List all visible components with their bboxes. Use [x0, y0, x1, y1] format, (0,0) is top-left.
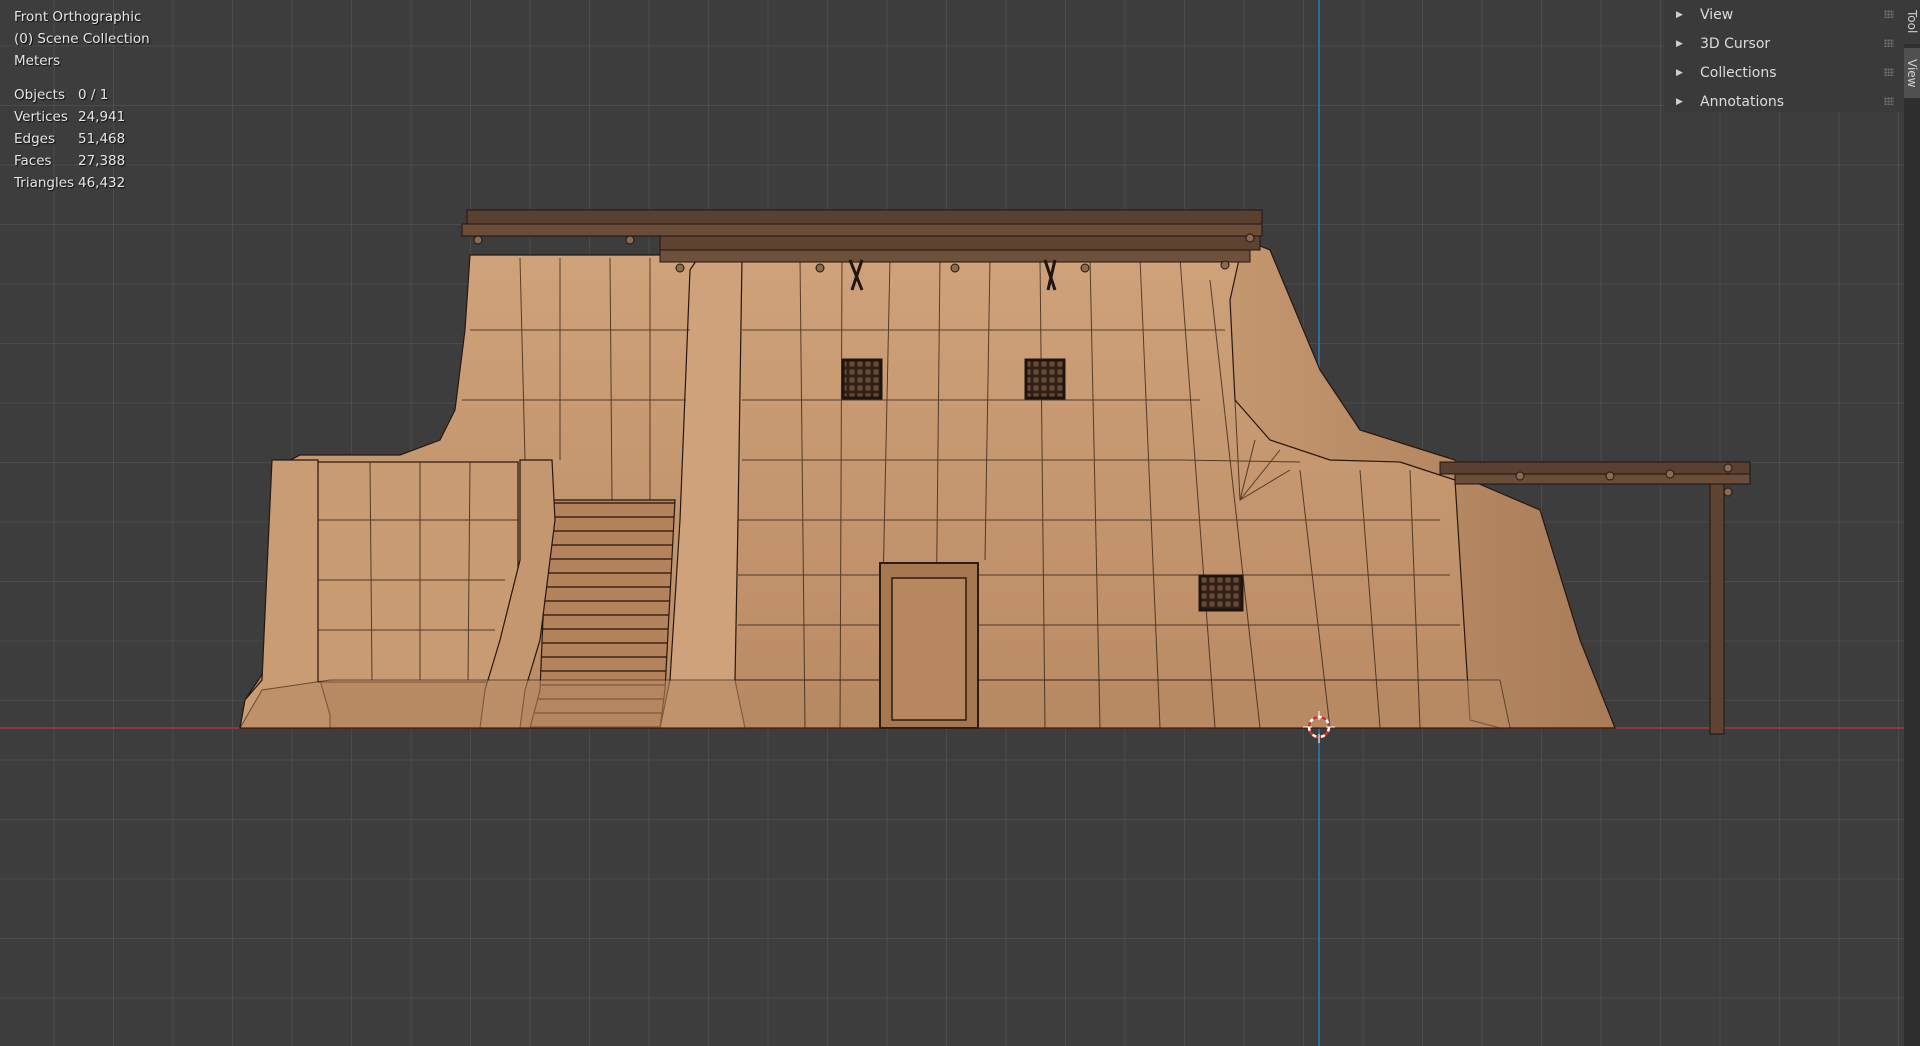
- stat-label: Vertices: [14, 109, 68, 125]
- view-name: Front Orthographic: [14, 9, 142, 25]
- stat-label: Triangles: [14, 175, 75, 191]
- sidebar-panel: ▶ View ▶ 3D Cursor ▶ Collections ▶ Annot…: [1664, 0, 1904, 112]
- window-right: [1024, 358, 1066, 400]
- disclosure-triangle-icon: ▶: [1676, 96, 1683, 107]
- stat-edges: Edges 51,468: [14, 128, 150, 150]
- stat-value: 27,388: [78, 153, 126, 169]
- door: [891, 577, 967, 721]
- collection-name: (0) Scene Collection: [14, 31, 150, 47]
- units-label: Meters: [14, 53, 61, 69]
- panel-label: Annotations: [1700, 93, 1785, 110]
- stat-triangles: Triangles 46,432: [14, 172, 150, 194]
- stat-value: 51,468: [78, 131, 126, 147]
- stat-value: 46,432: [78, 175, 126, 191]
- stat-value: 24,941: [78, 109, 126, 125]
- stat-label: Faces: [14, 153, 52, 169]
- panel-label: Collections: [1700, 64, 1777, 81]
- tab-tool[interactable]: Tool: [1904, 0, 1920, 44]
- panel-annotations[interactable]: ▶ Annotations: [1664, 87, 1904, 116]
- panel-view[interactable]: ▶ View: [1664, 0, 1904, 29]
- left-courtyard-wall: [317, 461, 519, 683]
- panel-label: 3D Cursor: [1700, 35, 1771, 52]
- tab-view[interactable]: View: [1904, 48, 1920, 98]
- drag-grip-icon[interactable]: [1884, 39, 1894, 47]
- stat-value: 0 / 1: [78, 87, 109, 103]
- drag-grip-icon[interactable]: [1884, 68, 1894, 76]
- adobe-house-model[interactable]: [0, 0, 1920, 1046]
- panel-collections[interactable]: ▶ Collections: [1664, 58, 1904, 87]
- drag-grip-icon[interactable]: [1884, 10, 1894, 18]
- sidebar-tab-strip: Tool View: [1904, 0, 1920, 1046]
- disclosure-triangle-icon: ▶: [1676, 67, 1683, 78]
- 3d-viewport[interactable]: Front Orthographic (0) Scene Collection …: [0, 0, 1920, 1046]
- viewport-info-overlay: Front Orthographic (0) Scene Collection …: [14, 6, 150, 194]
- 3d-cursor-icon[interactable]: [1303, 711, 1335, 743]
- drag-grip-icon[interactable]: [1884, 97, 1894, 105]
- stat-objects: Objects 0 / 1: [14, 84, 150, 106]
- stat-faces: Faces 27,388: [14, 150, 150, 172]
- stat-label: Edges: [14, 131, 56, 147]
- stat-label: Objects: [14, 87, 66, 103]
- window-left: [841, 358, 883, 400]
- panel-3d-cursor[interactable]: ▶ 3D Cursor: [1664, 29, 1904, 58]
- stat-vertices: Vertices 24,941: [14, 106, 150, 128]
- disclosure-triangle-icon: ▶: [1676, 9, 1683, 20]
- disclosure-triangle-icon: ▶: [1676, 38, 1683, 49]
- window-lower: [1198, 574, 1244, 612]
- porch-post: [1709, 483, 1725, 735]
- panel-label: View: [1700, 6, 1734, 23]
